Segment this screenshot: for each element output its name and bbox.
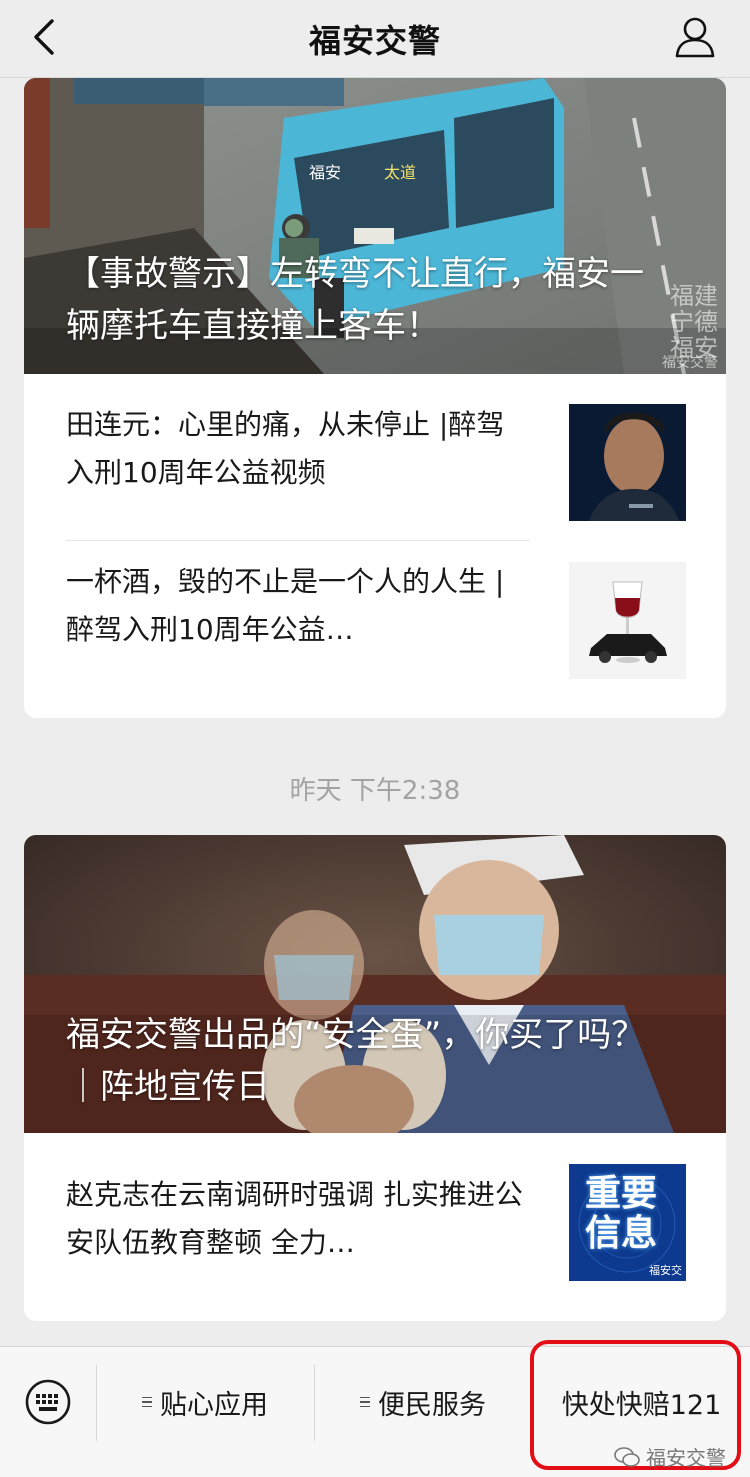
bus-label-left: 福安 [309, 163, 341, 182]
list-item[interactable]: 一杯酒，毁的不止是一个人的人生 | 醉驾入刑10周年公益… [66, 562, 686, 682]
page-title: 福安交警 [308, 22, 441, 60]
list-item[interactable]: 赵克志在云南调研时强调 扎实推进公安队伍教育整顿 全力… 重要信息 福安交 [66, 1161, 686, 1281]
hero-watermark-small: 福安交警 [662, 355, 718, 371]
thumb-caption: 福安交 [649, 1264, 682, 1277]
list-item-title: 一杯酒，毁的不止是一个人的人生 | 醉驾入刑10周年公益… [66, 565, 505, 646]
list-divider [66, 540, 530, 541]
thumb-headline: 重要信息 [585, 1173, 658, 1254]
hero-article-title: 【事故警示】左转弯不让直行，福安一辆摩托车直接撞上客车！ [66, 254, 644, 346]
submenu-icon [360, 1394, 370, 1411]
menu-item-bianmin[interactable]: 便民服务 [315, 1347, 531, 1457]
hero-watermark: 福建 宁德 福安 [670, 282, 718, 362]
menu-item-tiexin[interactable]: 贴心应用 [97, 1347, 313, 1457]
profile-button[interactable] [670, 12, 720, 62]
hero-article-title: 福安交警出品的“安全蛋”，你买了吗？ ｜阵地宣传日 [66, 1015, 646, 1107]
list-item-title: 田连元：心里的痛，从未停止 |醉驾入刑10周年公益视频 [66, 408, 505, 489]
keyboard-icon [25, 1379, 71, 1425]
brand-watermark-text: 福安交警 [646, 1446, 726, 1470]
menu-item-label: 贴心应用 [160, 1389, 268, 1421]
article-card-group: 福安 太道 【事故警示】左转弯不让直行，福安一辆摩托车直接撞上客车！ 福建 宁德… [24, 78, 726, 718]
hero-article[interactable]: 福安 太道 【事故警示】左转弯不让直行，福安一辆摩托车直接撞上客车！ 福建 宁德… [24, 78, 726, 374]
menu-item-label: 便民服务 [378, 1389, 486, 1421]
hero-article[interactable]: 福安交警出品的“安全蛋”，你买了吗？ ｜阵地宣传日 [24, 835, 726, 1133]
bus-label-right: 太道 [384, 163, 416, 182]
list-item-thumbnail: 重要信息 福安交 [569, 1164, 686, 1281]
user-icon [675, 17, 715, 58]
timestamp: 昨天 下午2:38 [289, 776, 461, 806]
list-item-thumbnail [569, 404, 686, 521]
brand-watermark: 福安交警 [614, 1442, 726, 1471]
list-item-title: 赵克志在云南调研时强调 扎实推进公安队伍教育整顿 全力… [66, 1178, 523, 1259]
submenu-icon [142, 1394, 152, 1411]
article-card-group: 福安交警出品的“安全蛋”，你买了吗？ ｜阵地宣传日 赵克志在云南调研时强调 扎实… [24, 835, 726, 1321]
portrait-image [569, 404, 686, 521]
list-item[interactable]: 田连元：心里的痛，从未停止 |醉驾入刑10周年公益视频 [66, 396, 686, 521]
top-navbar: 福安交警 [0, 0, 750, 78]
list-item-thumbnail [569, 562, 686, 679]
wine-car-image [569, 562, 686, 679]
wechat-icon [614, 1446, 640, 1467]
keyboard-toggle-button[interactable] [0, 1347, 96, 1457]
